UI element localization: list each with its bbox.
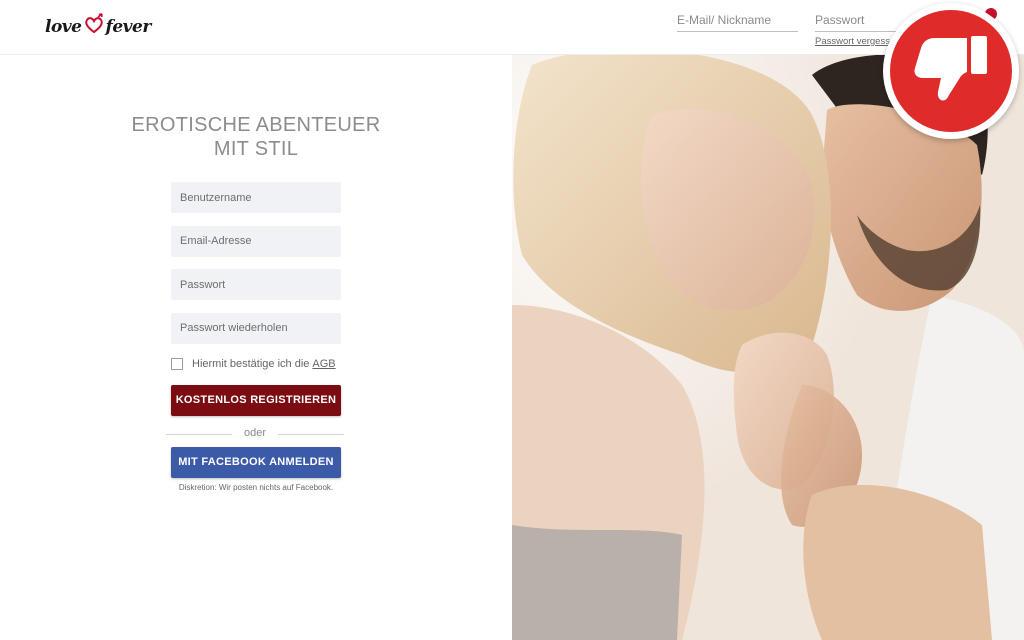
headline-line-1: EROTISCHE ABENTEUER [131, 114, 381, 136]
facebook-disclaimer: Diskretion: Wir posten nichts auf Facebo… [178, 483, 334, 492]
agb-consent-row: Hiermit bestätige ich die AGB [171, 356, 341, 372]
thumbs-down-badge [883, 3, 1019, 139]
thumbs-down-icon [911, 34, 991, 109]
registration-panel: EROTISCHE ABENTEUER MIT STIL Hiermit bes… [0, 55, 512, 640]
password-input[interactable] [171, 269, 341, 300]
or-divider: oder [166, 427, 344, 441]
header-email-input[interactable] [677, 8, 798, 32]
divider-line-right [278, 434, 344, 435]
agb-checkbox[interactable] [171, 358, 183, 370]
logo-text-right: fever [105, 17, 152, 37]
password-repeat-input[interactable] [171, 312, 341, 344]
facebook-login-button[interactable]: MIT FACEBOOK ANMELDEN [171, 447, 341, 478]
page-headline: EROTISCHE ABENTEUER MIT STIL [0, 113, 512, 161]
badge-circle [890, 10, 1012, 132]
registration-form: Hiermit bestätige ich die AGB KOSTENLOS … [171, 182, 341, 416]
agb-link[interactable]: AGB [312, 358, 335, 370]
agb-label: Hiermit bestätige ich die [192, 358, 310, 370]
or-label: oder [243, 427, 267, 439]
landing-page: love fever Passwort vergessen? EROTISCHE… [0, 0, 1024, 640]
header-password-input[interactable] [815, 8, 905, 32]
heart-logo-icon [83, 13, 105, 35]
logo[interactable]: love fever [45, 13, 152, 40]
hero-photo [512, 55, 1024, 640]
register-button[interactable]: KOSTENLOS REGISTRIEREN [171, 385, 341, 416]
username-input[interactable] [171, 182, 341, 213]
logo-text-left: love [45, 17, 82, 37]
email-input[interactable] [171, 225, 341, 257]
top-header: love fever Passwort vergessen? [0, 0, 1024, 55]
headline-line-2: MIT STIL [213, 138, 299, 160]
